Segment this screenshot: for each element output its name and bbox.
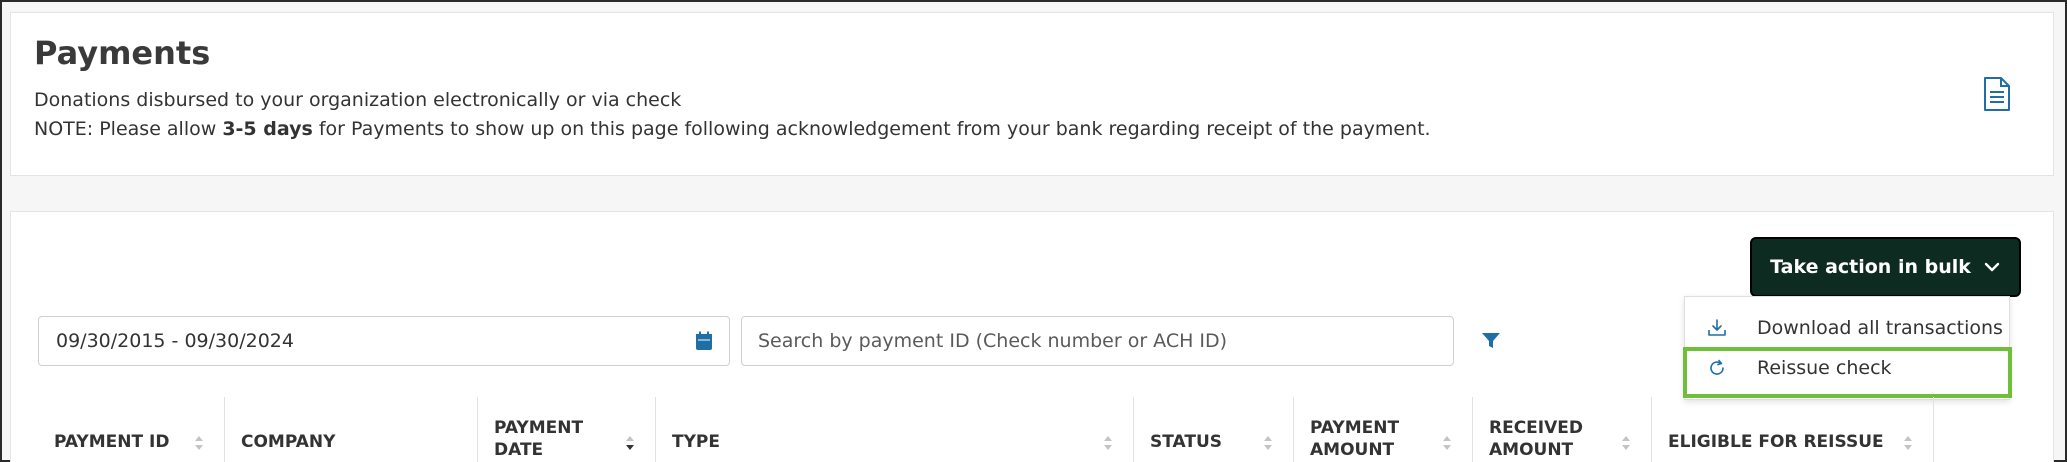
payment-timing-note: NOTE: Please allow 3-5 days for Payments…	[34, 118, 1431, 140]
column-label: PAYMENT ID	[54, 432, 170, 452]
sort-icon	[1104, 436, 1112, 450]
note-bold: 3-5 days	[222, 118, 313, 140]
column-label: ELIGIBLE FOR REISSUE	[1668, 432, 1884, 452]
column-header-payment-amount[interactable]: PAYMENT AMOUNT	[1294, 397, 1473, 462]
menu-item-reissue-check[interactable]: Reissue check	[1685, 347, 2009, 389]
column-header-company[interactable]: COMPANY	[225, 397, 478, 462]
menu-item-download-all-transactions[interactable]: Download all transactions	[1685, 307, 2009, 349]
note-suffix: for Payments to show up on this page fol…	[312, 118, 1431, 140]
page-subtitle: Donations disbursed to your organization…	[34, 89, 682, 111]
column-label: STATUS	[1150, 432, 1223, 452]
date-range-value: 09/30/2015 - 09/30/2024	[56, 330, 294, 352]
column-label: RECEIVED AMOUNT	[1489, 418, 1583, 460]
sort-icon	[1622, 436, 1630, 450]
take-action-in-bulk-button[interactable]: Take action in bulk	[1750, 237, 2021, 297]
sort-icon	[195, 436, 203, 450]
document-icon[interactable]	[1983, 76, 2011, 112]
column-label: TYPE	[672, 432, 720, 452]
column-header-payment-id[interactable]: PAYMENT ID	[38, 397, 225, 462]
download-icon	[1708, 319, 1726, 336]
sort-icon	[1443, 436, 1451, 450]
note-prefix: NOTE: Please allow	[34, 118, 223, 140]
refresh-icon	[1710, 359, 1724, 375]
date-range-picker[interactable]: 09/30/2015 - 09/30/2024	[38, 316, 730, 366]
bulk-action-menu: Download all transactions Reissue check	[1684, 296, 2010, 400]
sort-desc-icon	[626, 436, 634, 450]
column-label: COMPANY	[241, 432, 336, 452]
column-label: PAYMENT AMOUNT	[1310, 418, 1400, 460]
column-label: PAYMENT DATE	[494, 418, 584, 460]
payment-id-search-input[interactable]	[741, 316, 1454, 366]
menu-item-label: Download all transactions	[1757, 317, 2003, 339]
bulk-button-label: Take action in bulk	[1770, 256, 1971, 278]
menu-item-label: Reissue check	[1757, 357, 1892, 379]
column-header-eligible-for-reissue[interactable]: ELIGIBLE FOR REISSUE	[1652, 397, 1934, 462]
table-header: PAYMENT ID COMPANY PAYMENT DATE TYPE STA…	[38, 397, 1934, 462]
column-header-status[interactable]: STATUS	[1134, 397, 1294, 462]
calendar-icon[interactable]	[695, 331, 713, 351]
filter-icon[interactable]	[1481, 332, 1501, 350]
column-header-payment-date[interactable]: PAYMENT DATE	[478, 397, 656, 462]
chevron-down-icon	[1984, 262, 2000, 272]
sort-icon	[1904, 436, 1912, 450]
column-header-type[interactable]: TYPE	[656, 397, 1134, 462]
column-header-received-amount[interactable]: RECEIVED AMOUNT	[1473, 397, 1652, 462]
sort-icon	[1264, 436, 1272, 450]
page-title: Payments	[34, 34, 211, 72]
